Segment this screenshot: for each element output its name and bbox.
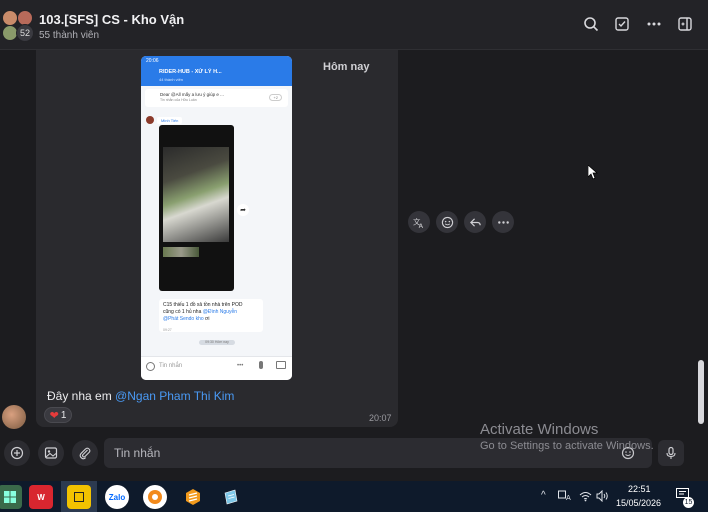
reaction-badge[interactable]: ❤ 1 (44, 407, 72, 423)
attach-file-button[interactable] (72, 440, 98, 466)
search-icon[interactable] (581, 14, 601, 34)
reaction-count: 1 (60, 409, 67, 421)
screenshot-sender-name: Minh Tiến (157, 117, 183, 124)
toggle-sidebar-icon[interactable] (675, 14, 695, 34)
browser-icon[interactable] (143, 485, 167, 509)
notification-center-icon[interactable]: 15 (676, 488, 694, 508)
screenshot-video-thumbnail (159, 125, 234, 291)
zalo-icon[interactable]: Zalo (105, 485, 129, 509)
wps-office-icon[interactable]: W (29, 485, 53, 509)
sender-avatar[interactable] (2, 405, 26, 429)
inner-msg-line: cũng có 1 hủ nha (163, 309, 203, 315)
volume-icon[interactable] (596, 489, 609, 505)
group-avatar[interactable]: 52 (2, 10, 34, 42)
activate-windows-title: Activate Windows (480, 421, 599, 438)
share-icon: ➦ (237, 204, 249, 216)
start-windows-icon[interactable] (0, 485, 22, 509)
taskbar-time[interactable]: 22:51 (628, 484, 651, 494)
embedded-screenshot-image[interactable]: 20:06 RIDER-HUB - XỬ LÝ H... 44 thành vi… (141, 56, 292, 380)
member-avatar (2, 10, 18, 26)
group-member-count[interactable]: 55 thành viên (39, 30, 99, 41)
message-body: Đây nha em (47, 389, 116, 403)
screenshot-pinned-text: Dear @All mấy a lưu ý giúp e ... (160, 92, 224, 97)
add-attachment-button[interactable] (4, 440, 30, 466)
screenshot-input-placeholder: Tin nhắn (159, 363, 183, 369)
heart-icon: ❤ (49, 409, 59, 422)
input-method-icon[interactable]: A (558, 490, 572, 505)
inner-mention: @Đình Nguyễn (202, 309, 238, 315)
react-emoji-icon[interactable] (436, 211, 458, 233)
screenshot-sender-avatar (146, 116, 154, 124)
video-frame (163, 147, 229, 242)
screenshot-input-bar: Tin nhắn ••• (141, 356, 292, 380)
wifi-icon[interactable] (579, 490, 592, 505)
screenshot-inner-time: 09:27 (163, 328, 172, 332)
message-mention[interactable]: @Ngan Pham Thi Kim (115, 389, 234, 403)
notification-count: 15 (683, 497, 694, 508)
voice-message-button[interactable] (658, 440, 684, 466)
member-count-badge: 52 (16, 24, 34, 42)
reply-icon[interactable] (464, 211, 486, 233)
screenshot-mic-icon (259, 361, 263, 369)
chat-scrollbar[interactable] (698, 360, 704, 424)
screenshot-more-icon: ••• (237, 363, 244, 369)
screenshot-chat-subtitle: 44 thành viên (159, 77, 184, 82)
screenshot-image-icon (276, 361, 286, 369)
sticky-notes-icon[interactable] (67, 485, 91, 509)
more-options-icon[interactable] (644, 14, 664, 34)
video-thumbnails (163, 247, 199, 257)
svg-text:A: A (566, 494, 571, 502)
screenshot-app-bar: 20:06 RIDER-HUB - XỬ LÝ H... 44 thành vi… (141, 56, 292, 86)
more-actions-icon[interactable] (492, 211, 514, 233)
message-text: Đây nha em @Ngan Pham Thi Kim (47, 389, 234, 403)
activate-windows-subtitle: Go to Settings to activate Windows. (480, 440, 654, 452)
screenshot-emoji-icon (146, 362, 155, 371)
screenshot-pinned-message: Dear @All mấy a lưu ý giúp e ... Tin nhắ… (145, 89, 288, 107)
message-time: 20:07 (369, 413, 392, 423)
screenshot-time-separator: 09:30 Hôm nay (199, 340, 235, 345)
screenshot-text-message: C15 thiếu 1 đồ xả tồn nhà trên POD cũng … (159, 299, 263, 332)
notepad-icon[interactable] (219, 485, 243, 509)
svg-text:A: A (418, 222, 423, 229)
screenshot-chat-title: RIDER-HUB - XỬ LÝ H... (159, 69, 222, 75)
translate-icon[interactable]: 文A (408, 211, 430, 233)
inner-mention: @Phát Sendo kho (163, 316, 204, 322)
inner-msg-line: C15 thiếu 1 đồ xả tồn nhà trên POD (163, 302, 243, 308)
group-title[interactable]: 103.[SFS] CS - Kho Vận (39, 12, 184, 27)
sublime-text-icon[interactable] (181, 485, 205, 509)
inner-msg-line: ơi (203, 316, 210, 322)
mouse-cursor (587, 164, 598, 185)
task-check-icon[interactable] (612, 14, 632, 34)
message-input-placeholder: Tin nhắn (114, 446, 161, 460)
date-separator: Hôm nay (323, 61, 370, 73)
taskbar-date[interactable]: 15/05/2026 (616, 498, 661, 508)
screenshot-status-time: 20:06 (146, 58, 159, 64)
send-image-button[interactable] (38, 440, 64, 466)
screenshot-pinned-more: +2 (269, 94, 282, 101)
tray-chevron-up-icon[interactable]: ^ (541, 490, 546, 501)
